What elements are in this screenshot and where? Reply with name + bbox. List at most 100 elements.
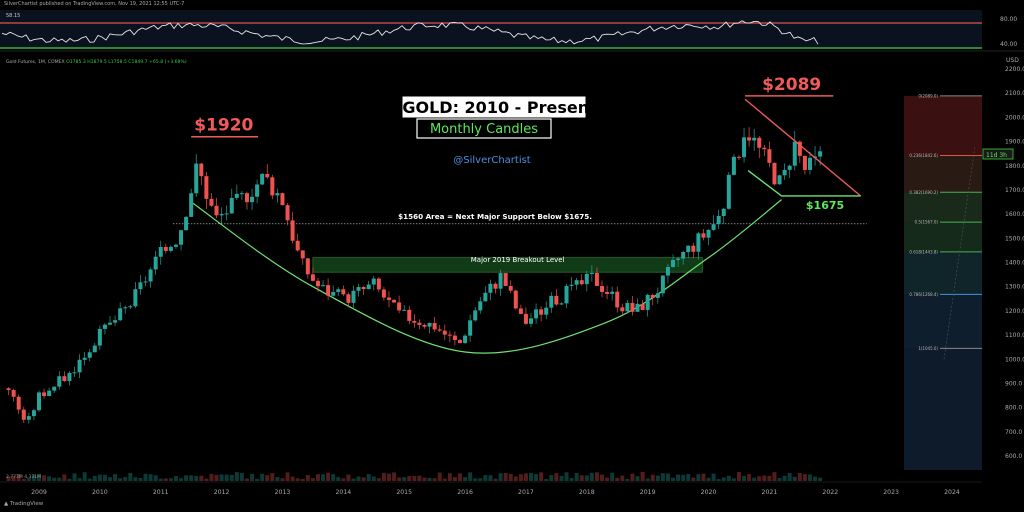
candle-body (726, 174, 731, 209)
candle-body (386, 297, 391, 300)
candle-body (371, 278, 376, 285)
candle-body (529, 318, 534, 324)
candle-body (569, 284, 574, 286)
candle-body (549, 295, 554, 308)
candle-body (97, 328, 102, 346)
candle-body (21, 409, 26, 420)
candle-body (11, 390, 16, 397)
candle-body (716, 215, 721, 225)
fib-level-label: 0.382(1690.2) (909, 190, 938, 195)
candle-body (412, 320, 417, 323)
volume-bar (523, 473, 528, 481)
candle-body (77, 359, 82, 373)
x-tick-label: 2023 (883, 489, 899, 496)
candle-body (782, 169, 787, 176)
candle-body (594, 273, 599, 287)
candle-body (184, 216, 189, 231)
volume-bar (158, 478, 163, 481)
candle-body (523, 313, 528, 324)
candle-body (757, 137, 762, 148)
candle-body (72, 372, 77, 374)
candle-body (361, 287, 366, 290)
volume-bar (473, 478, 478, 481)
volume-bar (295, 478, 300, 481)
volume-bar (280, 478, 285, 481)
price-chart[interactable]: 58.15 80.00 40.00 0(2089.0) 0.236(1842.6)… (0, 0, 1024, 512)
volume-bar (102, 474, 107, 481)
volume-bar (310, 478, 315, 481)
support-1675-line (747, 170, 861, 197)
volume-bar (544, 478, 549, 481)
candle-body (671, 259, 676, 268)
candle-body (518, 308, 523, 314)
volume-bar (224, 474, 229, 481)
candle-body (219, 213, 224, 216)
candle-body (295, 240, 300, 251)
volume-bar (660, 473, 665, 481)
volume-bar (620, 475, 625, 481)
candle-body (605, 291, 610, 294)
volume-bar (199, 475, 204, 481)
volume-bar (402, 477, 407, 481)
candle-body (209, 198, 214, 206)
volume-bar (113, 474, 118, 481)
volume-bar (412, 476, 417, 481)
volume-bar (731, 478, 736, 481)
volume-bar (711, 473, 716, 481)
volume-bar (326, 472, 331, 481)
volume-bar (336, 477, 341, 481)
candle-body (229, 197, 234, 214)
volume-bar (184, 475, 189, 481)
volume-bar (82, 472, 87, 481)
volume-bar (701, 473, 706, 481)
volume-bar (57, 477, 62, 481)
candle-body (270, 177, 275, 196)
candle-body (204, 176, 209, 199)
volume-bar (559, 475, 564, 481)
candle-body (82, 357, 87, 360)
volume-bar (529, 472, 534, 481)
volume-bar (549, 475, 554, 481)
volume-bar (422, 477, 427, 481)
volume-bar (564, 472, 569, 481)
volume-bar (600, 474, 605, 481)
candle-body (483, 292, 488, 302)
volume-bar (488, 475, 493, 481)
candle-body (392, 299, 397, 303)
candle-body (331, 292, 336, 296)
volume-bar (108, 477, 113, 481)
volume-bar (366, 474, 371, 481)
volume-bar (407, 476, 412, 481)
volume-bar (67, 478, 72, 481)
candle-body (706, 229, 711, 238)
chart-title: $GOLD: 2010 - Present (391, 98, 597, 117)
candle-body (351, 290, 356, 303)
candle-body (787, 165, 792, 170)
volume-bar (305, 474, 310, 481)
y-tick-label: 900.0 (1005, 380, 1022, 387)
candle-body (772, 162, 777, 185)
volume-bar (813, 476, 818, 481)
volume-bar (341, 478, 346, 481)
volume-bar (47, 476, 52, 481)
volume-bar (630, 473, 635, 481)
y-tick-label: 1300.0 (1005, 284, 1024, 291)
candle-body (102, 324, 107, 329)
candle-body (463, 335, 468, 344)
candle-body (381, 289, 386, 298)
volume-bar (584, 475, 589, 481)
volume-bar (92, 476, 97, 481)
candle-body (113, 320, 118, 323)
y-tick-label: 800.0 (1005, 405, 1022, 412)
candle-body (498, 273, 503, 289)
volume-bar (219, 474, 224, 481)
candle-body (138, 282, 143, 290)
candle-body (234, 193, 239, 198)
x-tick-label: 2015 (396, 489, 412, 496)
volume-bar (300, 478, 305, 481)
candle-body (650, 294, 655, 298)
x-tick-label: 2017 (518, 489, 534, 496)
x-tick-label: 2020 (701, 489, 717, 496)
candle-body (432, 322, 437, 330)
candle-body (224, 213, 229, 215)
